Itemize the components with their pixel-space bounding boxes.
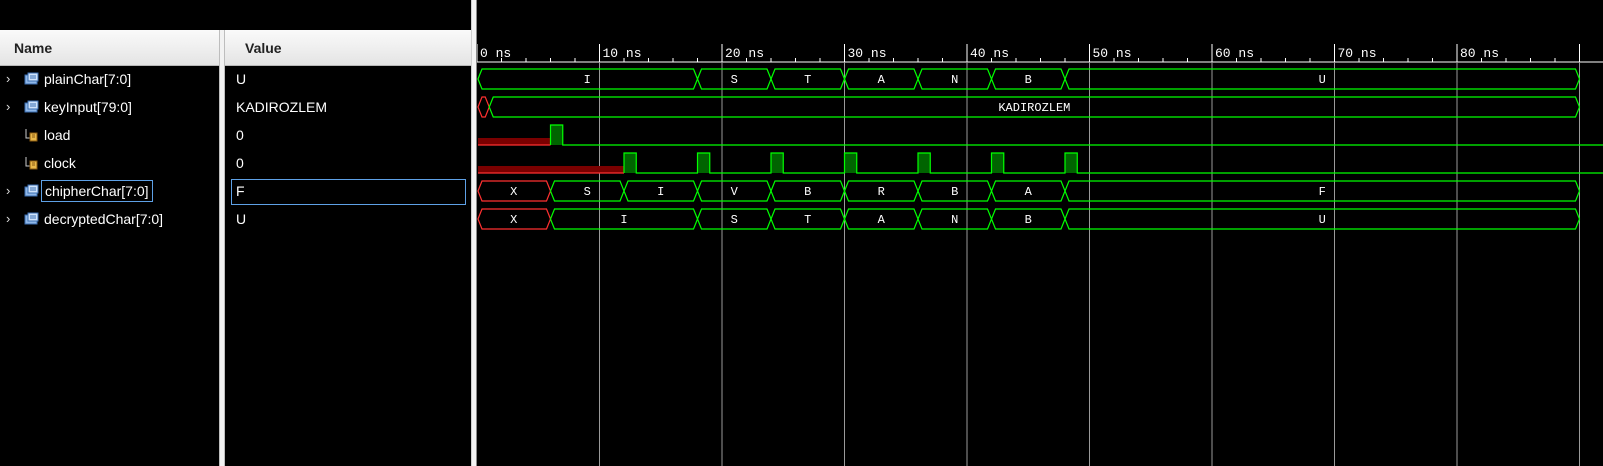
bus-value-label: KADIROZLEM [998, 101, 1070, 115]
ruler-label: 20 ns [725, 46, 764, 61]
signal-value: 0 [236, 155, 244, 171]
bit-waveform [549, 124, 1603, 146]
wire-icon [25, 157, 38, 170]
signal-row[interactable]: clock 0 [0, 150, 469, 178]
name-column-header[interactable]: Name [14, 40, 52, 56]
waveform-view[interactable]: 0 ns 10 ns 20 ns 30 ns 40 ns 50 ns 60 ns 70 ns 8… [477, 0, 1603, 466]
bus-value-label: I [584, 73, 591, 87]
signal-row[interactable]: › keyInput[79:0] KADIROZLEM [0, 94, 469, 122]
bus-value-label: A [878, 73, 886, 87]
expand-chevron-icon[interactable]: › [6, 183, 10, 198]
bus-icon [24, 100, 39, 113]
pulse-fill [918, 153, 931, 173]
bus-value-label: I [657, 185, 664, 199]
toolbar-area [0, 0, 473, 30]
signal-name: keyInput[79:0] [44, 99, 132, 115]
bus-value-label: N [951, 213, 958, 227]
bus-value-label: N [951, 73, 958, 87]
bus-value-label: U [1319, 213, 1326, 227]
signal-name: clock [44, 155, 76, 171]
ruler-label: 80 ns [1460, 46, 1499, 61]
signal-row[interactable]: load 0 [0, 122, 469, 150]
signal-value: U [236, 211, 247, 227]
bus-icon [24, 212, 39, 225]
expand-chevron-icon[interactable]: › [6, 99, 10, 114]
bus-value-label: F [1319, 185, 1326, 199]
bus-value-label: B [804, 185, 811, 199]
signal-row[interactable]: › plainChar[7:0] U [0, 66, 469, 94]
bus-icon [24, 184, 39, 197]
value-column-header[interactable]: Value [245, 40, 282, 56]
bus-value-label: A [878, 213, 886, 227]
pulse-fill [1065, 153, 1078, 173]
signal-value: KADIROZLEM [236, 99, 328, 115]
ruler-label: 0 ns [480, 46, 511, 61]
bus-value-label: R [878, 185, 885, 199]
pulse-fill [991, 153, 1004, 173]
bus-value-label: T [804, 213, 811, 227]
bus-value-label: X [510, 185, 517, 199]
pulse-fill [771, 153, 784, 173]
pulse-fill [550, 125, 563, 145]
expand-chevron-icon[interactable]: › [6, 211, 10, 226]
pulse-fill [697, 153, 710, 173]
bus-value-label: A [1025, 185, 1033, 199]
undefined-region [478, 166, 624, 173]
bus-value-label: S [584, 185, 591, 199]
bus-value-label: B [951, 185, 958, 199]
ruler-label: 30 ns [848, 46, 887, 61]
ruler-label: 70 ns [1338, 46, 1377, 61]
ruler-label: 50 ns [1093, 46, 1132, 61]
signal-name: decryptedChar[7:0] [44, 211, 164, 227]
bus-value-label: S [731, 73, 738, 87]
signal-name: load [44, 127, 71, 143]
bus-value-label: B [1025, 73, 1032, 87]
signal-name: chipherChar[7:0] [41, 180, 153, 202]
bus-icon [24, 72, 39, 85]
bus-value-label: T [804, 73, 811, 87]
ruler-label: 60 ns [1215, 46, 1254, 61]
signal-row[interactable]: › decryptedChar[7:0] U [0, 206, 469, 234]
bus-value-label: S [731, 213, 738, 227]
bus-value-label: B [1025, 213, 1032, 227]
bit-waveform [623, 152, 1603, 174]
column-resize-handle[interactable] [219, 30, 225, 466]
signal-value: U [236, 71, 247, 87]
ruler-label: 40 ns [970, 46, 1009, 61]
signal-value: 0 [236, 127, 244, 143]
signal-name: plainChar[7:0] [44, 71, 132, 87]
pulse-fill [624, 153, 637, 173]
bus-value-label: U [1319, 73, 1326, 87]
bus-value-label: I [620, 213, 627, 227]
expand-chevron-icon[interactable]: › [6, 71, 10, 86]
pulse-fill [844, 153, 857, 173]
column-header: Name Value [0, 30, 473, 66]
selected-value-box[interactable] [231, 179, 466, 205]
bus-segment [477, 96, 490, 118]
ruler-label: 10 ns [603, 46, 642, 61]
undefined-region [478, 138, 551, 145]
bus-value-label: X [510, 213, 517, 227]
bus-value-label: V [731, 185, 739, 199]
signal-name-value-pane: Name Value › plainChar[7:0] U › keyInput[79:… [0, 0, 473, 466]
wire-icon [25, 129, 38, 142]
